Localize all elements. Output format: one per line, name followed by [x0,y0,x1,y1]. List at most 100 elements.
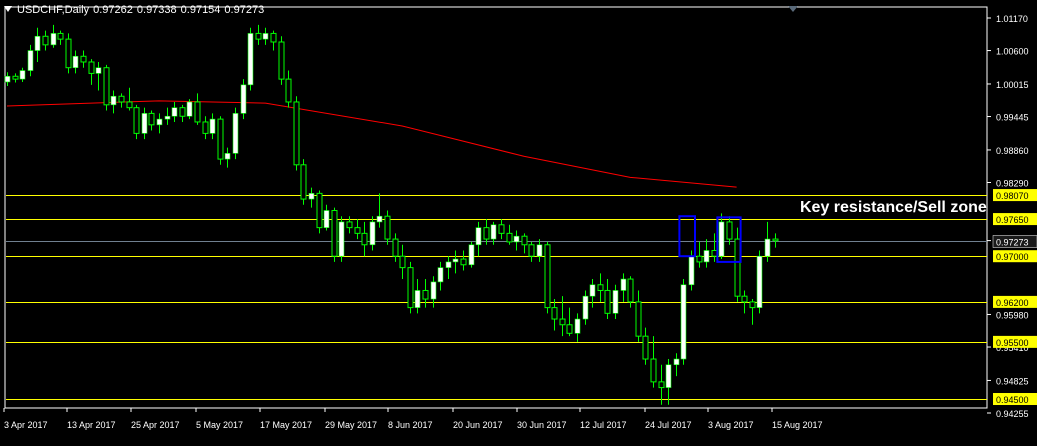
candle-bull [224,153,231,160]
candle-bull [680,284,687,360]
candle-bull [19,70,26,80]
candle-bull [72,55,79,68]
x-tick-label: 3 Apr 2017 [4,420,48,430]
chart-canvas: 1.01170 1.00600 1.00015 0.99445 0.98860 0.982… [3,6,1037,430]
symbol-name: USDCHF,Daily [17,4,90,16]
candle-bull [513,235,520,243]
candle-bear [642,335,649,360]
level-label: 0.95500 [996,338,1029,348]
candle-bear [559,318,566,326]
candle-bear [658,381,665,389]
candle-bull [95,67,102,74]
ohlc-close: 0.97273 [224,4,265,16]
candle-bear [483,227,490,240]
candle-bull [764,238,771,257]
candle-bull [171,107,178,117]
candle-bear [460,258,467,266]
candle-bear [726,221,733,240]
x-tick-label: 3 Aug 2017 [708,420,754,430]
candle-bear [635,301,642,337]
candle-bear [597,284,604,291]
candle-bull [110,95,117,106]
candle-bull [164,115,171,120]
ohlc-open: 0.97262 [93,4,133,16]
candle-bull [437,267,444,283]
y-tick-label: 0.98290 [996,179,1029,189]
candle-bear [293,101,300,166]
candle-bull [574,318,581,334]
candle-bear [103,67,110,106]
candle-bear [316,192,323,229]
current-price-label: 0.97273 [996,238,1029,248]
candle-bear [354,227,361,234]
x-tick-label: 30 Jun 2017 [517,420,567,430]
candle-bull [589,284,596,297]
level-label: 0.98070 [996,191,1029,201]
y-tick-label: 1.00600 [996,47,1029,57]
x-tick-label: 24 Jul 2017 [645,420,692,430]
x-tick-label: 29 May 2017 [325,420,377,430]
candle-bear [521,235,528,246]
x-tick-label: 13 Apr 2017 [67,420,116,430]
y-tick-label: 1.01170 [996,14,1028,24]
candle-bear [194,101,201,123]
candle-bull [665,364,672,388]
candle-bull [369,221,376,246]
candle-bull [247,33,254,86]
zone-box [678,215,697,258]
y-tick-label: 0.95980 [996,310,1029,320]
candle-bull [703,250,710,263]
candle-bear [80,55,87,63]
candle-bear [133,107,140,134]
candle-bear [551,307,558,320]
candle-bull [34,35,41,51]
candle-bear [202,121,209,134]
candle-bull [536,244,543,257]
level-label: 0.97650 [996,215,1029,225]
candle-bull [232,113,239,154]
candle-bear [407,267,414,309]
y-tick-label: 0.94825 [996,376,1029,386]
candle-bull [430,281,437,300]
candle-bull [240,84,247,114]
candle-bull [376,215,383,223]
candle-bear [392,238,399,257]
ohlc-low: 0.97154 [180,4,221,16]
scroll-marker-icon [788,6,798,12]
candle-bear [650,358,657,383]
x-tick-label: 15 Aug 2017 [772,420,823,430]
candle-bull [209,118,216,134]
candle-bull [338,221,345,257]
candle-bull [673,358,680,366]
candle-bear [627,278,634,303]
y-tick-label: 0.98860 [996,146,1029,156]
candle-bull [445,261,452,268]
candle-bear [12,75,19,80]
candle-bull [308,193,315,200]
y-tick-label: 0.99445 [996,113,1029,123]
candle-bull [756,255,763,308]
candle-bear [384,215,391,240]
dropdown-triangle-icon[interactable] [4,6,12,12]
candle-bull [718,221,725,257]
candle-bear [772,238,779,242]
candle-bull [141,113,148,134]
candle-bull [475,227,482,246]
candle-bull [582,295,589,320]
candle-bear [346,221,353,229]
symbol-header[interactable]: USDCHF,Daily 0.97262 0.97338 0.97154 0.97273 [4,4,268,16]
candle-bear [734,238,741,297]
candle-bear [217,118,224,160]
candle-bear [399,255,406,269]
level-label: 0.96200 [996,298,1029,308]
candle-bear [255,32,262,40]
candle-bull [414,290,421,308]
candle-bull [490,224,497,240]
candle-bear [498,224,505,234]
x-tick-label: 17 May 2017 [260,420,312,430]
candle-bear [88,61,95,74]
candle-bull [262,33,269,40]
candle-bear [300,164,307,200]
candle-bull [156,118,163,126]
y-tick-label: 1.00015 [996,80,1029,90]
